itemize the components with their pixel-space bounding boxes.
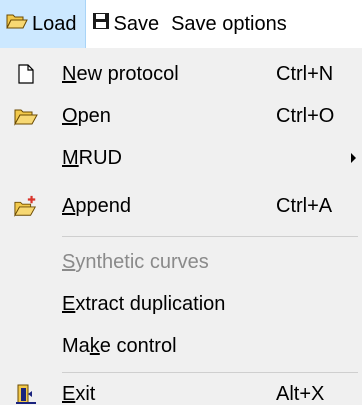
submenu-arrow-icon <box>351 153 356 163</box>
exit-icon <box>14 382 38 406</box>
save-menu-button[interactable]: Save <box>86 0 168 48</box>
menu-item-append[interactable]: Append Ctrl+A <box>0 186 362 226</box>
mrud-label: MRUD <box>62 147 123 169</box>
menu-item-make-control[interactable]: Make control <box>0 326 362 366</box>
open-shortcut: Ctrl+O <box>276 105 335 127</box>
exit-label: Exit <box>62 383 96 405</box>
load-dropdown-menu: New protocol Ctrl+N Open Ctrl+O MRUD App… <box>0 48 362 405</box>
open-label: Open <box>62 105 111 127</box>
synthetic-curves-label: Synthetic curves <box>62 251 209 273</box>
load-menu-button[interactable]: Load <box>0 0 86 48</box>
open-folder-icon <box>14 104 38 128</box>
menu-item-synthetic-curves: Synthetic curves <box>0 242 362 282</box>
load-menu-label: Load <box>32 12 77 35</box>
append-shortcut: Ctrl+A <box>276 195 333 217</box>
menu-item-open[interactable]: Open Ctrl+O <box>0 96 362 136</box>
menu-item-new-protocol[interactable]: New protocol Ctrl+N <box>0 54 362 94</box>
save-options-menu-label: Save options <box>171 12 287 35</box>
exit-shortcut: Alt+X <box>276 383 325 405</box>
extract-duplication-label: Extract duplication <box>62 293 226 315</box>
floppy-disk-icon <box>92 12 110 36</box>
append-label: Append <box>62 195 131 217</box>
new-document-icon <box>14 62 38 86</box>
menu-item-exit[interactable]: Exit Alt+X <box>0 374 362 414</box>
new-protocol-shortcut: Ctrl+N <box>276 63 334 85</box>
new-protocol-label: New protocol <box>62 63 179 85</box>
menu-separator <box>62 372 358 373</box>
menu-separator <box>62 236 358 237</box>
open-folder-icon <box>6 12 28 36</box>
menu-item-extract-duplication[interactable]: Extract duplication <box>0 284 362 324</box>
save-menu-label: Save <box>113 12 160 35</box>
menu-bar: Load Save Save options <box>0 0 362 48</box>
append-folder-icon <box>14 194 38 218</box>
make-control-label: Make control <box>62 335 177 357</box>
menu-item-mrud[interactable]: MRUD <box>0 138 362 178</box>
save-options-menu-button[interactable]: Save options <box>167 0 295 48</box>
